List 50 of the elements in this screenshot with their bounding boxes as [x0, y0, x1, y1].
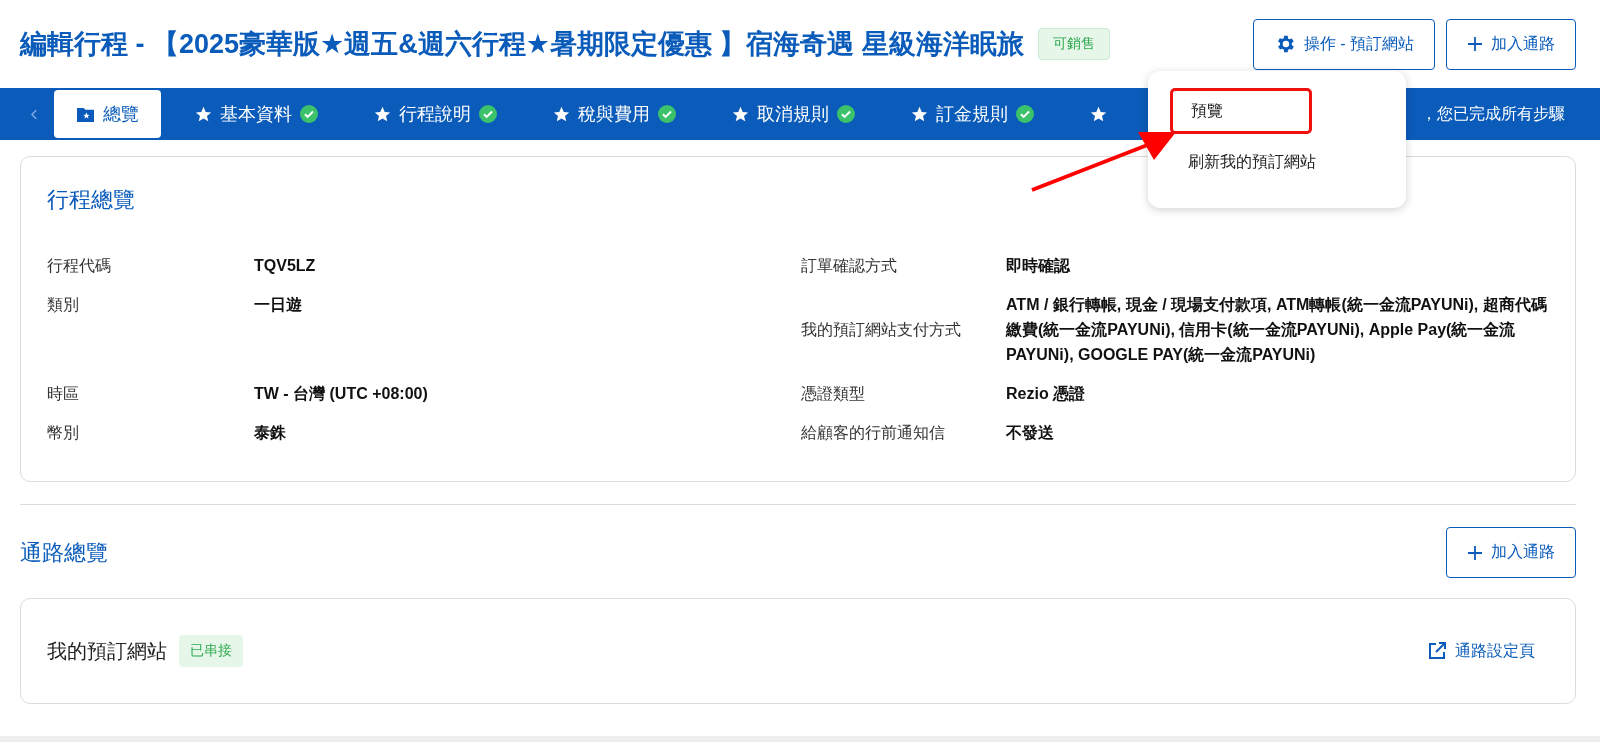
step-tab[interactable]: 行程說明 — [352, 90, 519, 138]
star-icon — [374, 105, 391, 123]
field-label: 給顧客的行前通知信 — [801, 423, 946, 443]
actions-button[interactable]: 操作 - 預訂網站 — [1252, 18, 1435, 70]
external-link-icon — [1427, 641, 1447, 661]
check-circle-icon — [658, 105, 676, 123]
check-circle-icon — [837, 105, 855, 123]
field-label: 時區 — [47, 384, 80, 404]
channel-settings-link[interactable]: 通路設定頁 — [1427, 640, 1535, 662]
status-badge: 已串接 — [179, 635, 243, 667]
field-value: TW - 台灣 (UTC +08:00) — [254, 384, 429, 404]
menu-item[interactable]: 預覽 — [1170, 88, 1312, 134]
field-label: 我的預訂網站支付方式 — [801, 320, 962, 340]
field-label: 幣別 — [47, 423, 80, 443]
step-tab[interactable]: 基本資料 — [173, 90, 340, 138]
field-value: ATM / 銀行轉帳, 現金 / 現場支付款項, ATM轉帳(統一金流PAYUNi), 超商代碼繳費(統一金流PAYUNi), 信用卡(統一金流PAYUNi), Apple Pay(統一金流PAYUNi), GOOGLE PAY(統一金流PAYUNi) — [1006, 295, 1548, 365]
section-title: 行程總覽 — [47, 186, 136, 214]
star-icon — [1090, 105, 1107, 123]
field-label: 憑證類型 — [801, 384, 866, 404]
completion-message: ，您已完成所有步驟 — [1421, 103, 1565, 124]
scroll-left-icon[interactable] — [31, 108, 38, 120]
check-circle-icon — [1016, 105, 1034, 123]
step-tab[interactable]: 稅與費用 — [531, 90, 698, 138]
field-label: 行程代碼 — [47, 256, 112, 276]
plus-icon — [1467, 36, 1483, 52]
step-tab[interactable]: 訂金規則 — [889, 90, 1056, 138]
status-badge: 可銷售 — [1038, 28, 1110, 60]
folder-star-icon — [76, 105, 95, 123]
page-title: 編輯行程 - 【2025豪華版★週五&週六行程★暑期限定優惠 】宿海奇遇 星級海洋眠旅 — [20, 28, 1024, 61]
field-label: 訂單確認方式 — [801, 256, 898, 276]
star-icon — [553, 105, 570, 123]
step-tab[interactable]: 總覽 — [54, 90, 161, 138]
add-channel-button[interactable]: 加入通路 — [1446, 18, 1576, 70]
field-value: 即時確認 — [1006, 256, 1071, 276]
plus-icon — [1467, 544, 1483, 561]
section-title: 通路總覽 — [20, 538, 108, 567]
field-value: TQV5LZ — [254, 256, 317, 276]
add-channel-button[interactable]: 加入通路 — [1446, 527, 1576, 578]
star-icon — [911, 105, 928, 123]
field-value: Rezio 憑證 — [1006, 384, 1087, 404]
star-icon — [195, 105, 212, 123]
field-value: 泰銖 — [254, 423, 287, 443]
star-icon — [732, 105, 749, 123]
check-circle-icon — [479, 105, 497, 123]
step-tab[interactable]: 取消規則 — [710, 90, 877, 138]
check-circle-icon — [300, 105, 318, 123]
field-value: 一日遊 — [254, 295, 303, 315]
channel-name: 我的預訂網站 — [47, 638, 167, 664]
field-value: 不發送 — [1006, 423, 1055, 443]
field-label: 類別 — [47, 295, 80, 315]
